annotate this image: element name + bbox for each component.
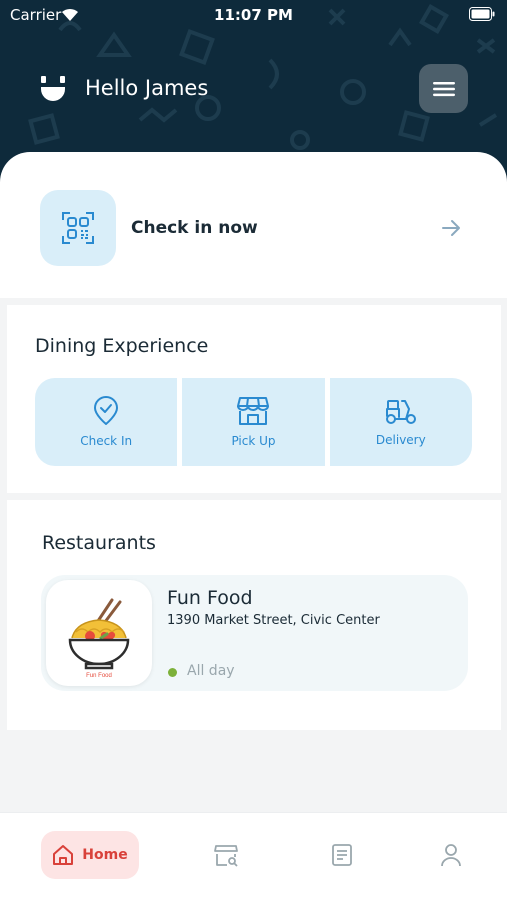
tab-home[interactable]: Home	[41, 831, 139, 879]
restaurant-name: Fun Food	[167, 587, 253, 609]
location-check-icon	[94, 396, 119, 425]
arrow-right-icon[interactable]	[440, 218, 462, 238]
noodle-bowl-icon: Fun Food	[68, 598, 130, 679]
check-in-card[interactable]: Check in now	[0, 152, 507, 298]
tab-profile[interactable]	[433, 831, 469, 879]
restaurant-hours: All day	[187, 663, 235, 679]
delivery-option-label: Delivery	[375, 433, 426, 447]
scooter-icon	[385, 400, 416, 424]
restaurants-section: Restaurants Fun Food Fun Food 1390 Marke…	[7, 500, 501, 730]
delivery-option[interactable]: Delivery	[329, 378, 472, 466]
restaurant-address: 1390 Market Street, Civic Center	[167, 613, 380, 628]
storefront-icon	[237, 397, 270, 425]
dining-title: Dining Experience	[35, 335, 209, 357]
smile-logo-icon	[41, 76, 65, 101]
status-time: 11:07 PM	[214, 6, 293, 24]
bottom-tab-bar: Home	[0, 812, 507, 900]
tab-stores[interactable]	[208, 831, 244, 879]
pick-up-option-label: Pick Up	[231, 434, 276, 448]
restaurant-list-item[interactable]: Fun Food Fun Food 1390 Market Street, Ci…	[41, 575, 468, 691]
dining-options: Check In Pick Up Delivery	[35, 378, 472, 466]
dining-experience-section: Dining Experience Check In Pick Up Deliv…	[7, 305, 501, 493]
status-bar: Carrier 11:07 PM	[0, 0, 507, 30]
profile-icon	[441, 844, 461, 867]
hamburger-icon	[432, 81, 455, 96]
tab-orders[interactable]	[324, 831, 360, 879]
receipt-icon	[332, 844, 352, 866]
pick-up-option[interactable]: Pick Up	[182, 378, 325, 466]
tab-home-label: Home	[82, 847, 128, 863]
menu-button[interactable]	[419, 64, 468, 113]
check-in-option[interactable]: Check In	[35, 378, 178, 466]
store-search-icon	[214, 845, 238, 867]
qr-code-button[interactable]	[40, 190, 116, 266]
check-in-label: Check in now	[131, 218, 258, 238]
greeting-text: Hello James	[85, 76, 209, 100]
battery-icon	[469, 7, 495, 21]
restaurants-title: Restaurants	[42, 532, 156, 554]
restaurant-logo: Fun Food	[46, 580, 152, 686]
restaurant-logo-text: Fun Food	[86, 673, 112, 679]
qr-code-icon	[62, 212, 94, 244]
check-in-option-label: Check In	[80, 434, 133, 448]
home-icon	[53, 845, 74, 865]
open-status-dot	[168, 668, 177, 677]
